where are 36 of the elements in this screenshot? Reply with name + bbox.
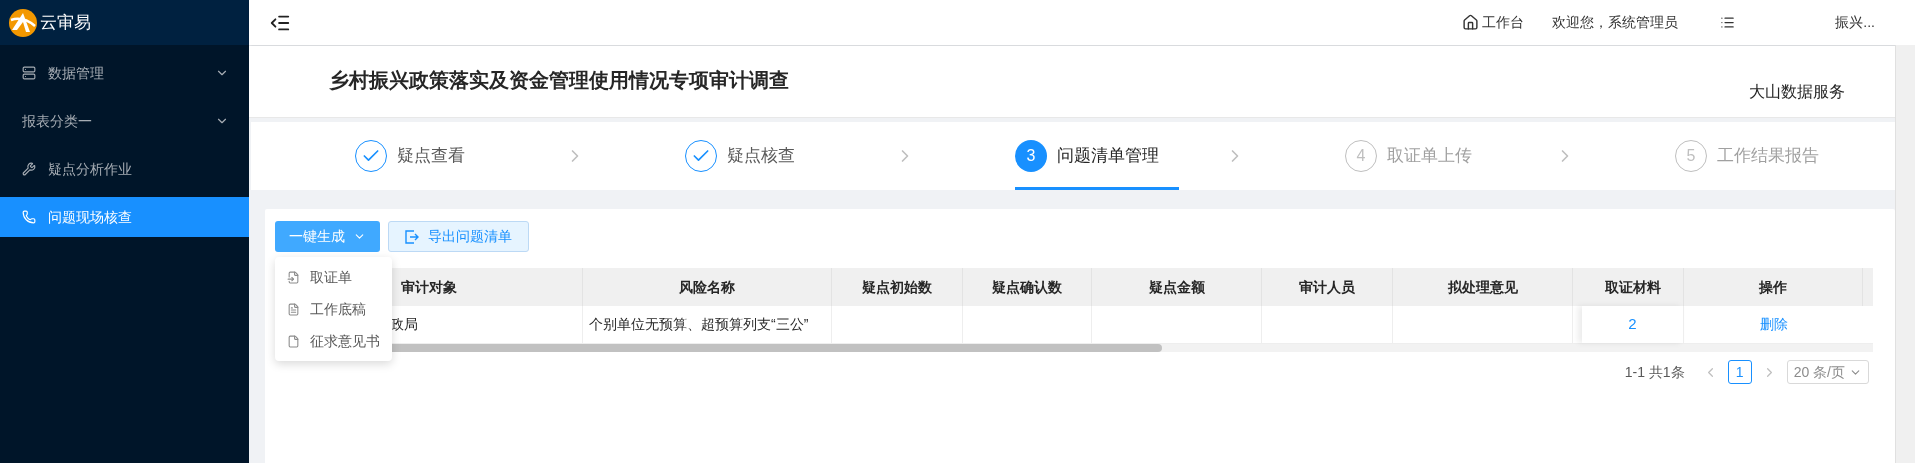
welcome-text: 欢迎您，系统管理员 — [1552, 13, 1679, 32]
column-header: 操作 — [1684, 268, 1863, 306]
column-header: 取证材料 — [1582, 268, 1684, 306]
logo-text: 云审易 — [40, 11, 91, 34]
step-label: 工作结果报告 — [1717, 145, 1819, 168]
document-icon — [287, 270, 300, 284]
step-label: 问题清单管理 — [1057, 145, 1159, 168]
document-icon — [287, 302, 300, 316]
page-size-select[interactable]: 20 条/页 — [1786, 360, 1869, 384]
step-label: 疑点查看 — [397, 145, 465, 168]
column-header: 疑点金额 — [1092, 268, 1262, 306]
organization-name: 大山数据服务 — [1749, 82, 1845, 102]
logo-icon — [8, 7, 38, 38]
step-label: 取证单上传 — [1387, 145, 1472, 168]
export-icon — [405, 229, 419, 244]
column-header: 审计人员 — [1262, 268, 1393, 306]
step-label: 疑点核查 — [727, 145, 795, 168]
pagination-summary: 1-1 共1条 — [1624, 362, 1685, 382]
sidebar-item[interactable]: 报表分类一 — [0, 101, 249, 141]
table-cell: 个别单位无预算、超预算列支“三公” — [583, 306, 832, 343]
sidebar-icon — [22, 210, 36, 224]
column-header: 拟处理意见 — [1393, 268, 1573, 306]
column-header: 疑点初始数 — [832, 268, 963, 306]
sidebar-item[interactable]: 数据管理 — [0, 53, 249, 93]
home-icon — [1462, 14, 1480, 31]
sidebar-item[interactable]: 疑点分析作业 — [0, 149, 249, 189]
sidebar-icon — [22, 162, 36, 176]
user-name[interactable]: 振兴... — [1835, 12, 1875, 33]
page-title: 乡村振兴政策落实及资金管理使用情况专项审计调查 — [329, 68, 789, 93]
sidebar-icon — [22, 66, 36, 80]
document-icon — [287, 334, 300, 348]
step-number: 3 — [1015, 140, 1047, 172]
column-header: 风险名称 — [583, 268, 832, 306]
column-header: 疑点确认数 — [963, 268, 1092, 306]
list-icon[interactable] — [1720, 15, 1736, 30]
workbench-link[interactable]: 工作台 — [1462, 12, 1525, 33]
